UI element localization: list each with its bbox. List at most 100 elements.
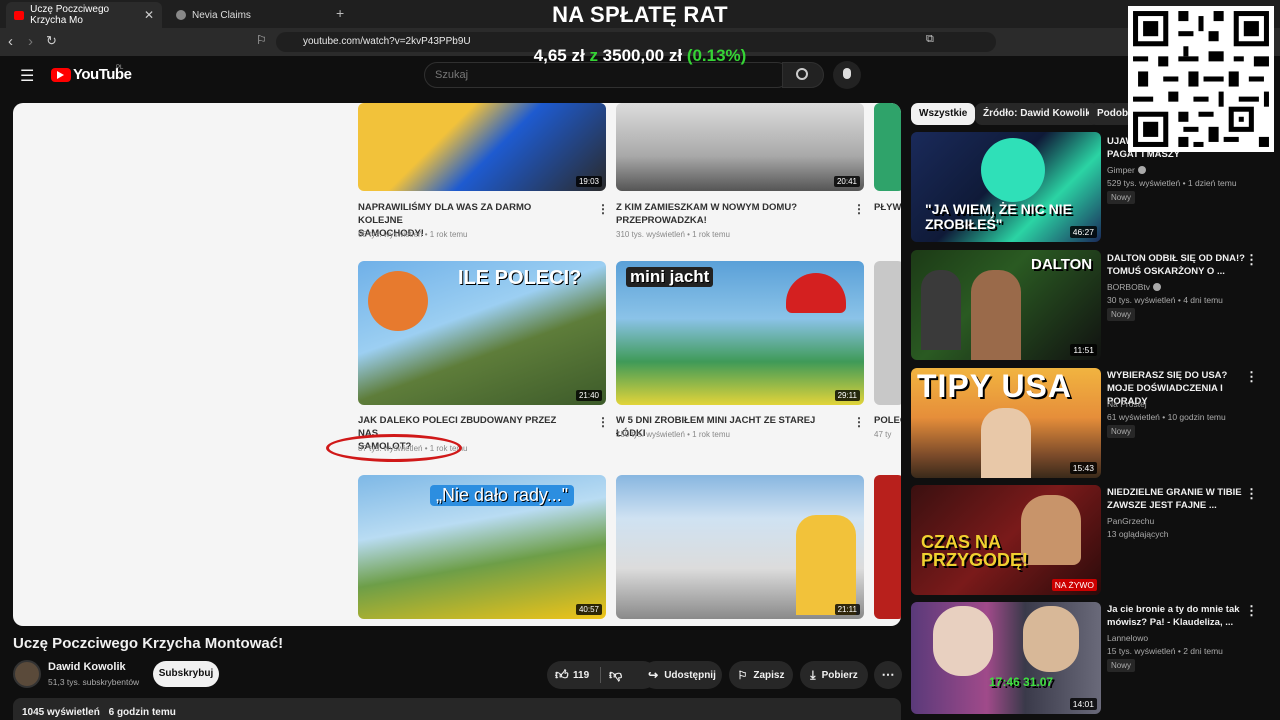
reload-icon[interactable]: ↻	[46, 33, 57, 49]
channel-label: BORBOBtv	[1107, 282, 1150, 292]
dislike-icon[interactable]: 👎︎	[609, 667, 622, 683]
duration-badge: 46:27	[1069, 226, 1097, 238]
youtube-favicon-icon	[14, 10, 25, 20]
recommendation-title[interactable]: Ja cie bronie a ty do mnie tak mówisz? P…	[1107, 603, 1247, 629]
grid-thumbnail[interactable]	[874, 103, 901, 191]
close-tab-icon[interactable]: ✕	[144, 8, 154, 22]
grid-video-title[interactable]: Z KIM ZAMIESZKAM W NOWYM DOMU? PRZEPROWA…	[616, 201, 836, 227]
donation-sep: z	[589, 46, 598, 65]
more-options-icon[interactable]: ⋮	[853, 202, 865, 216]
thumbnail-caption: TIPY USA	[917, 368, 1072, 404]
forward-icon[interactable]: ›	[28, 33, 33, 50]
share-label: Udostępnij	[664, 669, 716, 681]
recommendation-channel[interactable]: Na Prostej	[1107, 399, 1147, 409]
more-horizontal-icon: ⋯	[881, 667, 895, 682]
duration-badge: 20:41	[833, 176, 860, 187]
subscribe-button[interactable]: Subskrybuj	[153, 661, 219, 687]
channel-name[interactable]: Dawid Kowolik	[48, 661, 126, 673]
person-figure	[981, 408, 1031, 478]
recommendation-meta: 61 wyświetleń • 10 godzin temu	[1107, 412, 1226, 422]
more-options-icon[interactable]: ⋮	[597, 415, 609, 429]
more-options-icon[interactable]: ⋮	[1245, 486, 1258, 502]
verified-icon	[1152, 283, 1161, 291]
title-line: Z KIM ZAMIESZKAM W NOWYM DOMU?	[616, 202, 798, 213]
thumbnail-caption: 17:46 31.07	[989, 675, 1054, 689]
recommendation-title[interactable]: DALTON ODBIŁ SIĘ OD DNA!? TOMUŚ OSKARŻON…	[1107, 252, 1247, 278]
thumbnail-caption: ILE POLECI?	[458, 267, 582, 289]
grid-thumbnail[interactable]: 19:03	[358, 103, 606, 191]
chip-all[interactable]: Wszystkie	[911, 103, 976, 125]
grid-thumbnail[interactable]: 20:41	[616, 103, 864, 191]
grid-video-meta: 65 tys. wyświetleń • 1 rok temu	[358, 230, 468, 239]
bookmark-icon[interactable]: ⚐	[256, 33, 267, 47]
chip-source-channel[interactable]: Źródło: Dawid Kowolik	[975, 103, 1099, 125]
tab-label: Uczę Poczciwego Krzycha Mo	[30, 4, 110, 26]
recommendation-thumbnail[interactable]: DALTON 11:51	[911, 250, 1101, 360]
like-count[interactable]: 119	[573, 670, 589, 681]
verified-icon	[1137, 166, 1146, 174]
grid-thumbnail[interactable]	[874, 475, 901, 619]
grid-thumbnail[interactable]: „Nie dało rady..." 40:57	[358, 475, 606, 619]
voice-search-button[interactable]	[833, 61, 861, 89]
thumbnail-caption: CZAS NA PRZYGODĘ!	[921, 532, 1029, 570]
save-button[interactable]: ⚐ Zapisz	[729, 661, 793, 689]
grid-thumbnail[interactable]	[874, 261, 901, 405]
duration-badge: 19:03	[575, 176, 602, 187]
recommendation-channel[interactable]: BORBOBtv	[1107, 282, 1161, 292]
recommendation-channel[interactable]: Gimper	[1107, 165, 1146, 175]
live-badge: NA ŻYWO	[1051, 579, 1097, 591]
more-options-icon[interactable]: ⋮	[1245, 603, 1258, 619]
download-label: Pobierz	[821, 669, 858, 681]
duration-badge: 21:40	[575, 390, 602, 401]
video-player[interactable]: 19:03 20:41 NAPRAWILIŚMY DLA WAS ZA DARM…	[13, 103, 901, 626]
channel-avatar[interactable]	[13, 660, 41, 688]
menu-icon[interactable]: ☰	[20, 66, 34, 86]
more-options-icon[interactable]: ⋮	[1245, 369, 1258, 385]
recommendation-thumbnail[interactable]: CZAS NA PRZYGODĘ! NA ŻYWO	[911, 485, 1101, 595]
more-actions-button[interactable]: ⋯	[874, 661, 902, 689]
more-options-icon[interactable]: ⋮	[597, 202, 609, 216]
highlight-circle	[326, 434, 462, 462]
save-label: Zapisz	[753, 669, 785, 681]
new-badge: Nowy	[1107, 659, 1136, 672]
duration-badge: 11:51	[1070, 344, 1097, 356]
download-icon: ⤓	[810, 667, 816, 682]
back-icon[interactable]: ‹	[8, 33, 13, 50]
person-figure	[368, 271, 428, 331]
like-icon[interactable]: 👍︎	[555, 667, 569, 683]
recommendation-title[interactable]: NIEDZIELNE GRANIE W TIBIE ZAWSZE JEST FA…	[1107, 486, 1247, 512]
recommendation-meta: 13 oglądających	[1107, 529, 1169, 539]
duration-badge: 14:01	[1069, 698, 1097, 710]
share-button[interactable]: ↪ Udostępnij	[642, 661, 722, 689]
grid-thumbnail[interactable]: mini jacht 29:11	[616, 261, 864, 405]
new-tab-button[interactable]: +	[336, 5, 344, 21]
thumbnail-caption: „Nie dało rady..."	[430, 485, 575, 506]
view-count: 1045 wyświetleń	[22, 707, 100, 718]
recommendation-thumbnail[interactable]: 17:46 31.07 14:01	[911, 602, 1101, 714]
bookmark-icon: ⚐	[737, 669, 748, 682]
video-stats-bar[interactable]: 1045 wyświetleń 6 godzin temu	[13, 698, 901, 720]
recommendation-meta: 30 tys. wyświetleń • 4 dni temu	[1107, 295, 1223, 305]
globe-icon	[176, 10, 186, 20]
download-button[interactable]: ⤓ Pobierz	[800, 661, 868, 689]
tab-youtube[interactable]: Uczę Poczciwego Krzycha Mo ✕	[6, 2, 162, 28]
search-icon	[796, 68, 808, 80]
recommendation-thumbnail[interactable]: "JA WIEM, ŻE NIC NIE ZROBIŁEŚ" 46:27	[911, 132, 1101, 242]
grid-video-title[interactable]: PŁYWA	[874, 201, 901, 214]
new-badge: Nowy	[1107, 191, 1136, 204]
recommendation-channel[interactable]: Lannelowo	[1107, 633, 1148, 643]
red-cap-figure	[786, 273, 846, 313]
mic-icon	[843, 68, 851, 79]
grid-thumbnail[interactable]: 21:11	[616, 475, 864, 619]
recommendation-thumbnail[interactable]: TIPY USA 15:43	[911, 368, 1101, 478]
stream-goal-title: NA SPŁATĘ RAT	[552, 2, 728, 27]
more-options-icon[interactable]: ⋮	[853, 415, 865, 429]
grid-video-title[interactable]: POLEC	[874, 414, 901, 427]
grid-thumbnail[interactable]: ILE POLECI? 21:40	[358, 261, 606, 405]
tab-nevia-claims[interactable]: Nevia Claims	[168, 2, 328, 28]
more-options-icon[interactable]: ⋮	[1245, 252, 1258, 268]
person-figure	[971, 270, 1021, 360]
donation-current: 4,65 zł	[533, 46, 585, 65]
recommendation-channel[interactable]: PanGrzechu	[1107, 516, 1154, 526]
open-external-icon[interactable]: ⧉	[926, 33, 934, 46]
